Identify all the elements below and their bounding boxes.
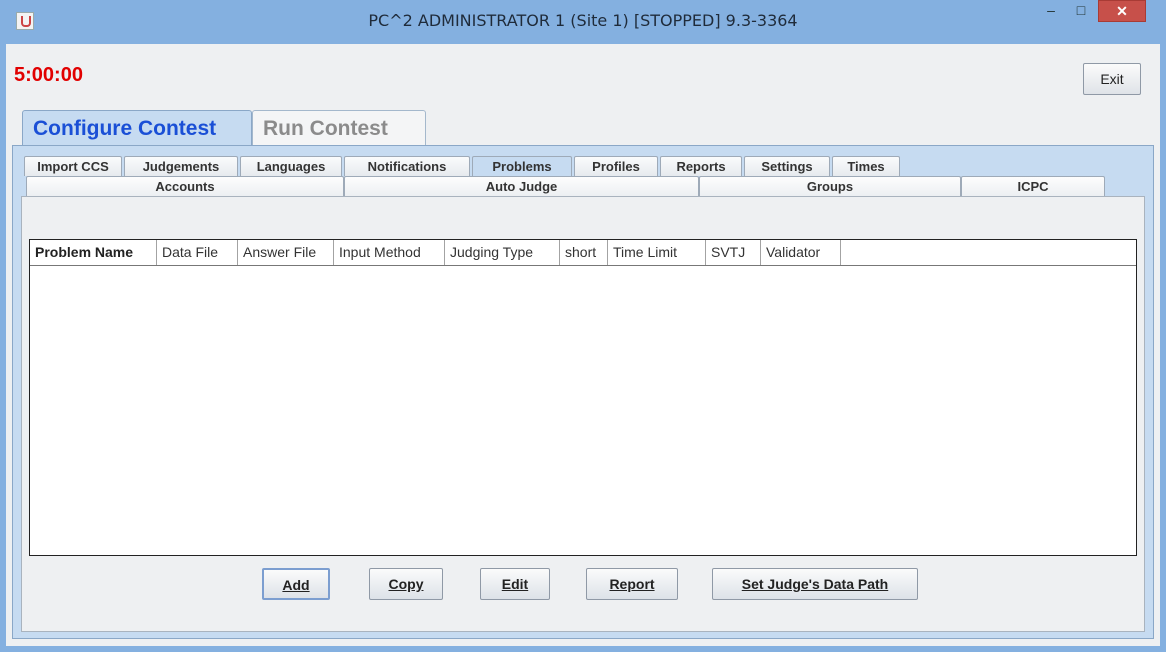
column-input-method[interactable]: Input Method [334, 240, 445, 265]
tab-groups[interactable]: Groups [699, 176, 961, 196]
minimize-icon[interactable]: ‒ [1036, 0, 1066, 22]
problems-panel: Problem Name Data File Answer File Input… [21, 196, 1145, 632]
close-icon[interactable]: ✕ [1098, 0, 1146, 22]
report-button[interactable]: Report [586, 568, 678, 600]
table-header: Problem Name Data File Answer File Input… [30, 240, 1136, 266]
window-title: PC^2 ADMINISTRATOR 1 (Site 1) [STOPPED] … [368, 11, 798, 30]
copy-button[interactable]: Copy [369, 568, 443, 600]
tab-times[interactable]: Times [832, 156, 900, 176]
column-time-limit[interactable]: Time Limit [608, 240, 706, 265]
tab-icpc[interactable]: ICPC [961, 176, 1105, 196]
tab-reports[interactable]: Reports [660, 156, 742, 176]
tab-configure-contest[interactable]: Configure Contest [22, 110, 252, 146]
column-short[interactable]: short [560, 240, 608, 265]
column-judging-type[interactable]: Judging Type [445, 240, 560, 265]
application-window: PC^2 ADMINISTRATOR 1 (Site 1) [STOPPED] … [0, 0, 1166, 652]
tab-settings[interactable]: Settings [744, 156, 830, 176]
tab-notifications[interactable]: Notifications [344, 156, 470, 176]
column-svtj[interactable]: SVTJ [706, 240, 761, 265]
tab-accounts[interactable]: Accounts [26, 176, 344, 196]
column-answer-file[interactable]: Answer File [238, 240, 334, 265]
problems-table[interactable]: Problem Name Data File Answer File Input… [29, 239, 1137, 556]
maximize-icon[interactable]: □ [1066, 0, 1096, 22]
column-data-file[interactable]: Data File [157, 240, 238, 265]
tab-run-contest[interactable]: Run Contest [252, 110, 426, 146]
tab-auto-judge[interactable]: Auto Judge [344, 176, 699, 196]
status-bar [12, 640, 1154, 646]
set-judges-data-path-button[interactable]: Set Judge's Data Path [712, 568, 918, 600]
column-validator[interactable]: Validator [761, 240, 841, 265]
tab-import-ccs[interactable]: Import CCS [24, 156, 122, 176]
tab-judgements[interactable]: Judgements [124, 156, 238, 176]
title-bar[interactable]: PC^2 ADMINISTRATOR 1 (Site 1) [STOPPED] … [6, 0, 1160, 44]
client-area: 5:00:00 Exit Configure Contest Run Conte… [6, 44, 1160, 646]
column-problem-name[interactable]: Problem Name [30, 240, 157, 265]
exit-button[interactable]: Exit [1083, 63, 1141, 95]
tab-languages[interactable]: Languages [240, 156, 342, 176]
tab-profiles[interactable]: Profiles [574, 156, 658, 176]
edit-button[interactable]: Edit [480, 568, 550, 600]
add-button[interactable]: Add [262, 568, 330, 600]
contest-timer: 5:00:00 [14, 64, 83, 86]
configure-contest-panel: Import CCS Judgements Languages Notifica… [12, 145, 1154, 639]
tab-problems[interactable]: Problems [472, 156, 572, 176]
